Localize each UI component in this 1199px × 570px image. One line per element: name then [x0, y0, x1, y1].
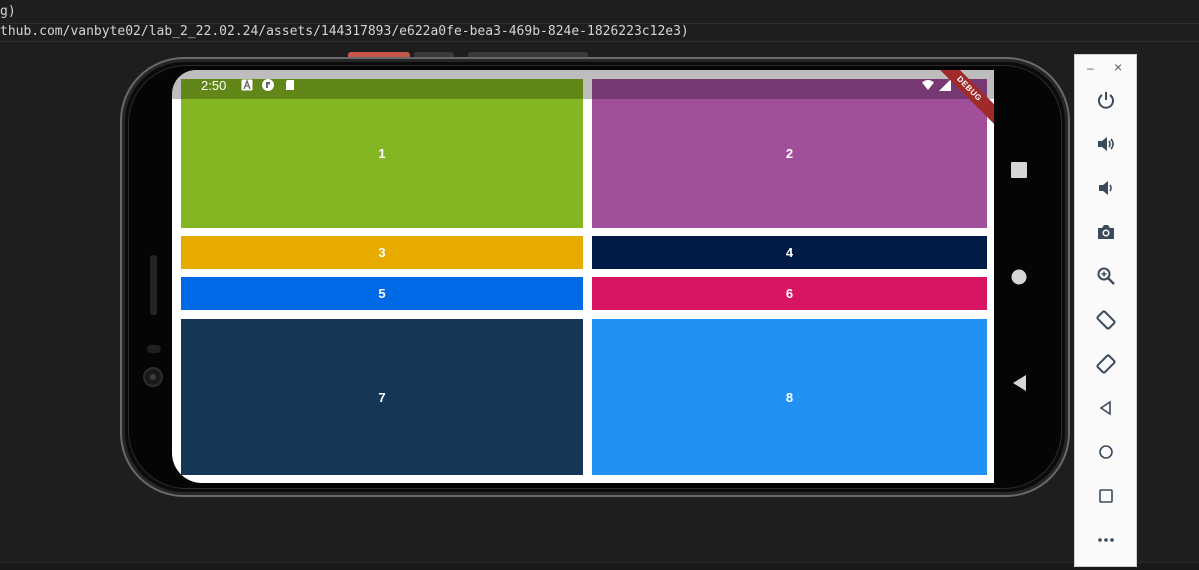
grid-tile-3[interactable]: 3 [181, 236, 583, 269]
home-button[interactable] [1093, 439, 1119, 465]
grid-tile-1[interactable]: 1 [181, 79, 583, 228]
home-icon [1099, 445, 1113, 459]
tile-label: 7 [378, 389, 386, 405]
front-camera [143, 367, 163, 387]
grid-tile-6[interactable]: 6 [592, 277, 987, 310]
rotate-left-icon [1096, 310, 1116, 330]
overview-icon [1099, 489, 1113, 503]
grid-tile-4[interactable]: 4 [592, 236, 987, 269]
sd-card-icon [286, 80, 294, 90]
screenshot-button[interactable] [1093, 219, 1119, 245]
tile-label: 1 [378, 146, 386, 161]
tile-label: 3 [378, 245, 386, 260]
editor-divider [0, 41, 1199, 42]
rotate-right-icon [1096, 354, 1116, 374]
status-time: 2:50 [201, 78, 227, 93]
volume-up-icon [1098, 137, 1114, 151]
rotate-left-button[interactable] [1093, 307, 1119, 333]
tile-label: 5 [378, 286, 386, 301]
tile-label: 8 [785, 389, 794, 405]
editor-bottom-bar [0, 562, 1199, 570]
power-button[interactable] [1093, 87, 1119, 113]
cellular-signal-icon [939, 79, 951, 91]
grid-tile-5[interactable]: 5 [181, 277, 583, 310]
flutter-notification-icon [262, 79, 274, 91]
grid-tile-2[interactable]: 2 [592, 79, 987, 228]
home-key-icon[interactable] [1011, 269, 1027, 285]
tile-label: 6 [785, 286, 794, 301]
emulator-toolbar: – × [1074, 54, 1137, 567]
back-button[interactable] [1093, 395, 1119, 421]
wifi-icon [922, 80, 934, 90]
zoom-icon [1097, 267, 1115, 285]
overview-button[interactable] [1093, 483, 1119, 509]
grid-tile-7[interactable]: 7 [181, 319, 583, 475]
tile-label: 4 [785, 245, 794, 260]
zoom-button[interactable] [1093, 263, 1119, 289]
overview-key-icon[interactable] [1011, 162, 1027, 178]
a-notification-icon [241, 79, 253, 91]
back-key-icon[interactable] [1011, 375, 1027, 391]
phone-screen[interactable]: 1 2 3 4 5 6 7 8 2:50 DEBUG [172, 70, 994, 483]
power-icon [1098, 92, 1114, 109]
editor-line-1: g) [0, 4, 16, 19]
back-icon [1099, 400, 1111, 416]
volume-up-button[interactable] [1093, 131, 1119, 157]
volume-down-button[interactable] [1093, 175, 1119, 201]
phone-speaker-slot [150, 255, 157, 315]
more-icon [1098, 538, 1114, 542]
phone-sensor [147, 345, 161, 353]
close-button[interactable]: × [1114, 59, 1122, 75]
tile-label: 2 [785, 146, 794, 161]
rotate-right-button[interactable] [1093, 351, 1119, 377]
camera-icon [1098, 225, 1114, 239]
volume-down-icon [1099, 181, 1112, 195]
minimize-button[interactable]: – [1087, 61, 1094, 75]
grid-tile-8[interactable]: 8 [592, 319, 987, 475]
status-bar: 2:50 [172, 70, 994, 99]
editor-line-2: thub.com/vanbyte02/lab_2_22.02.24/assets… [0, 24, 689, 39]
more-options-button[interactable] [1093, 527, 1119, 553]
